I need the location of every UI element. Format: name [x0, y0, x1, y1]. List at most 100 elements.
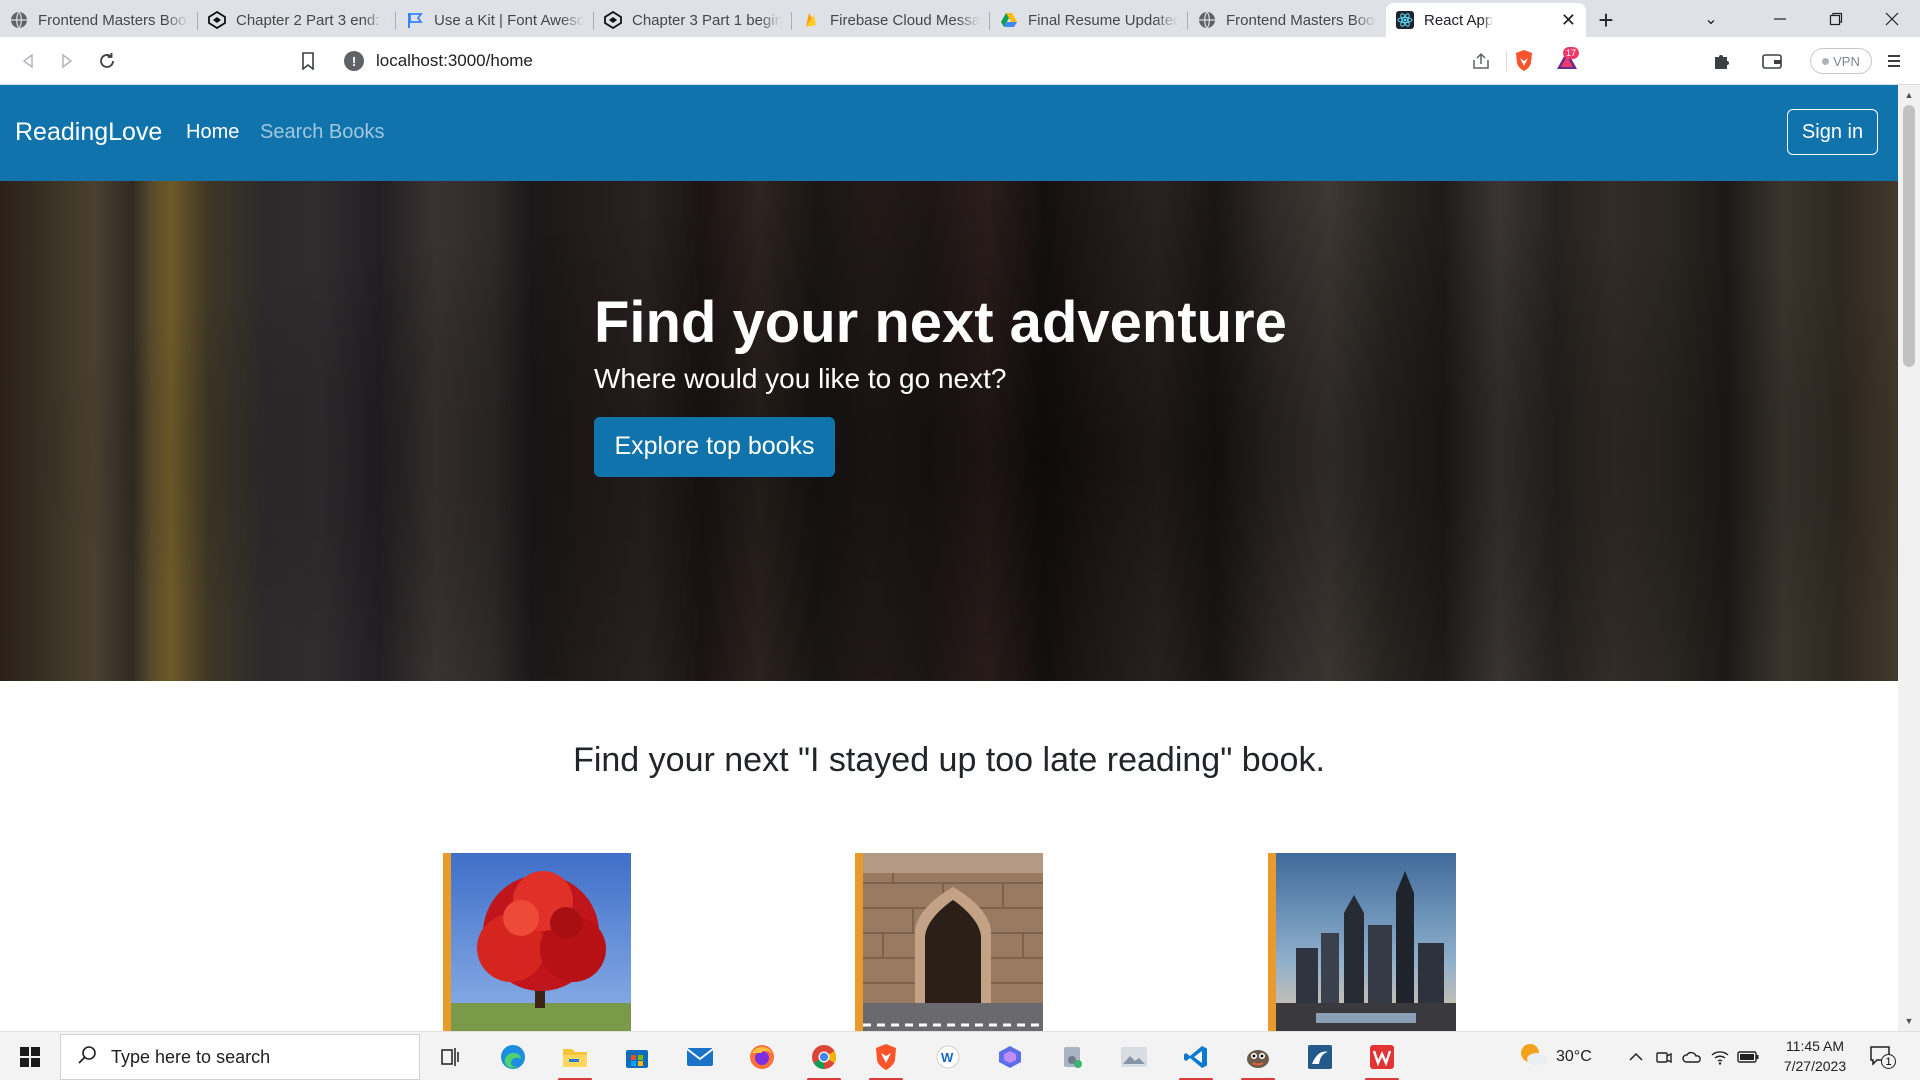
tab-react-app[interactable]: React App ✕: [1386, 3, 1586, 37]
meet-now-icon[interactable]: [1650, 1048, 1678, 1066]
new-tab-button[interactable]: +: [1586, 3, 1626, 37]
browser-toolbar: ! localhost:3000/home 17 VPN: [0, 37, 1920, 85]
task-view-icon[interactable]: [427, 1036, 473, 1078]
photos-icon[interactable]: [1111, 1036, 1157, 1078]
book-card[interactable]: [1268, 853, 1456, 1031]
flag-icon: [406, 11, 424, 29]
clock-time: 11:45 AM: [1785, 1038, 1845, 1054]
wps-icon[interactable]: [1359, 1036, 1405, 1080]
address-bar[interactable]: ! localhost:3000/home 17: [334, 43, 1587, 79]
book-card[interactable]: [443, 853, 631, 1031]
scroll-up-icon[interactable]: ▲: [1898, 87, 1920, 103]
notification-count: 1: [1881, 1054, 1896, 1069]
scrollbar-thumb[interactable]: [1903, 105, 1915, 367]
mysql-icon[interactable]: [1297, 1036, 1343, 1078]
sign-in-button[interactable]: Sign in: [1787, 109, 1878, 155]
nav-home-link[interactable]: Home: [186, 121, 239, 144]
back-icon[interactable]: [14, 47, 42, 75]
tab-title: Frontend Masters Boot: [1226, 11, 1376, 29]
globe-icon: [1198, 11, 1216, 29]
chrome-icon[interactable]: [801, 1036, 847, 1080]
address-bar-url[interactable]: localhost:3000/home: [376, 51, 533, 71]
tab-title: Chapter 2 Part 3 end: S: [236, 11, 386, 29]
tab-frontend-masters-1[interactable]: Frontend Masters Boot: [0, 3, 198, 37]
weather-widget[interactable]: 30°C: [1518, 1032, 1592, 1080]
show-hidden-icons-icon[interactable]: [1622, 1052, 1650, 1062]
brave-rewards-icon[interactable]: 17: [1555, 47, 1579, 78]
firefox-icon[interactable]: [739, 1036, 785, 1078]
file-explorer-icon[interactable]: [552, 1036, 598, 1080]
mail-icon[interactable]: [677, 1036, 723, 1078]
page-scrollbar[interactable]: ▲ ▼: [1898, 85, 1920, 1031]
explore-top-books-button[interactable]: Explore top books: [594, 416, 835, 477]
window-controls: [1752, 0, 1920, 37]
bookmark-icon[interactable]: [294, 47, 322, 75]
share-icon[interactable]: [1471, 51, 1491, 76]
app-w-icon[interactable]: W: [925, 1036, 971, 1078]
temperature: 30°C: [1556, 1047, 1592, 1065]
close-tab-icon[interactable]: ✕: [1561, 10, 1576, 31]
book-cover-image[interactable]: [1268, 853, 1456, 1031]
taskbar-search[interactable]: Type here to search: [60, 1034, 420, 1080]
wallet-icon[interactable]: [1758, 47, 1786, 75]
brave-icon[interactable]: [863, 1036, 909, 1080]
system-tray: [1622, 1032, 1762, 1080]
onedrive-icon[interactable]: [1678, 1050, 1706, 1064]
tab-strip: Frontend Masters Boot Chapter 2 Part 3 e…: [0, 0, 1920, 37]
hero-subtitle: Where would you like to go next?: [594, 362, 1007, 394]
brand-logo[interactable]: ReadingLove: [15, 118, 162, 147]
codepen-icon: [604, 11, 622, 29]
site-info-icon[interactable]: !: [344, 51, 364, 71]
windows-start-icon[interactable]: [0, 1032, 60, 1080]
wifi-icon[interactable]: [1706, 1049, 1734, 1065]
edge-icon[interactable]: [490, 1036, 536, 1078]
tab-search-chevron-icon[interactable]: ⌄: [1686, 0, 1736, 37]
hero-banner: Find your next adventure Where would you…: [0, 181, 1898, 681]
section-heading: Find your next "I stayed up too late rea…: [573, 741, 1325, 779]
svg-text:W: W: [941, 1050, 954, 1065]
tab-font-awesome[interactable]: Use a Kit | Font Aweso: [396, 3, 594, 37]
minimize-icon[interactable]: [1752, 0, 1808, 37]
tab-title: React App: [1424, 11, 1494, 29]
taskbar-clock[interactable]: 11:45 AM 7/27/2023: [1770, 1036, 1860, 1076]
tab-title: Use a Kit | Font Aweso: [434, 11, 584, 29]
gimp-icon[interactable]: [1235, 1036, 1281, 1080]
close-window-icon[interactable]: [1864, 0, 1920, 37]
tab-title: Final Resume Updated: [1028, 11, 1178, 29]
storage-icon[interactable]: [1049, 1036, 1095, 1078]
codepen-icon: [208, 11, 226, 29]
vpn-button[interactable]: VPN: [1810, 48, 1872, 74]
brave-shields-icon[interactable]: [1513, 49, 1535, 78]
tab-title: Chapter 3 Part 1 begin: [632, 11, 782, 29]
tab-title: Firebase Cloud Messag: [830, 11, 980, 29]
weather-sun-cloud-icon: [1518, 1041, 1548, 1072]
forward-icon[interactable]: [53, 47, 81, 75]
vpn-status-dot: [1822, 57, 1830, 65]
scroll-down-icon[interactable]: ▼: [1898, 1013, 1920, 1029]
toolbar-divider: [1506, 51, 1507, 71]
reload-icon[interactable]: [93, 47, 121, 75]
tab-title: Frontend Masters Boot: [38, 11, 188, 29]
taskbar-search-placeholder: Type here to search: [111, 1046, 271, 1067]
tab-drive-resume[interactable]: Final Resume Updated: [990, 3, 1188, 37]
tab-chapter-2[interactable]: Chapter 2 Part 3 end: S: [198, 3, 396, 37]
book-cover-image[interactable]: [443, 853, 631, 1031]
react-icon: [1396, 11, 1414, 29]
tab-chapter-3[interactable]: Chapter 3 Part 1 begin: [594, 3, 792, 37]
store-icon[interactable]: [614, 1036, 660, 1078]
browser-menu-icon[interactable]: [1880, 47, 1908, 75]
copilot-icon[interactable]: [987, 1036, 1033, 1078]
vscode-icon[interactable]: [1173, 1036, 1219, 1080]
extensions-puzzle-icon[interactable]: [1708, 47, 1736, 75]
notification-center-icon[interactable]: 1: [1866, 1041, 1896, 1071]
tab-frontend-masters-2[interactable]: Frontend Masters Boot: [1188, 3, 1386, 37]
tab-firebase[interactable]: Firebase Cloud Messag: [792, 3, 990, 37]
battery-icon[interactable]: [1734, 1050, 1762, 1063]
book-card[interactable]: [855, 853, 1043, 1031]
book-cover-image[interactable]: [855, 853, 1043, 1031]
firebase-icon: [802, 11, 820, 29]
restore-icon[interactable]: [1808, 0, 1864, 37]
hero-content: Find your next adventure Where would you…: [594, 291, 1287, 477]
nav-search-books-link[interactable]: Search Books: [260, 121, 385, 144]
clock-date: 7/27/2023: [1783, 1058, 1847, 1074]
